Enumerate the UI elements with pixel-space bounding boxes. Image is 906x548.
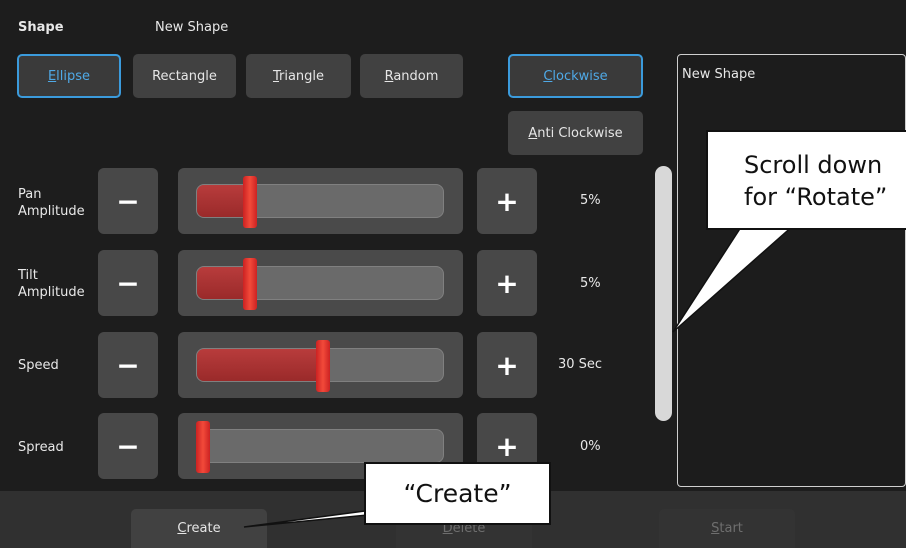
create-callout: “Create” — [364, 462, 551, 525]
scroll-callout: Scroll down for “Rotate” — [706, 130, 906, 230]
scroll-callout-pointer — [672, 223, 797, 333]
scroll-callout-line2: for “Rotate” — [744, 183, 888, 211]
scroll-callout-line1: Scroll down — [744, 151, 883, 179]
